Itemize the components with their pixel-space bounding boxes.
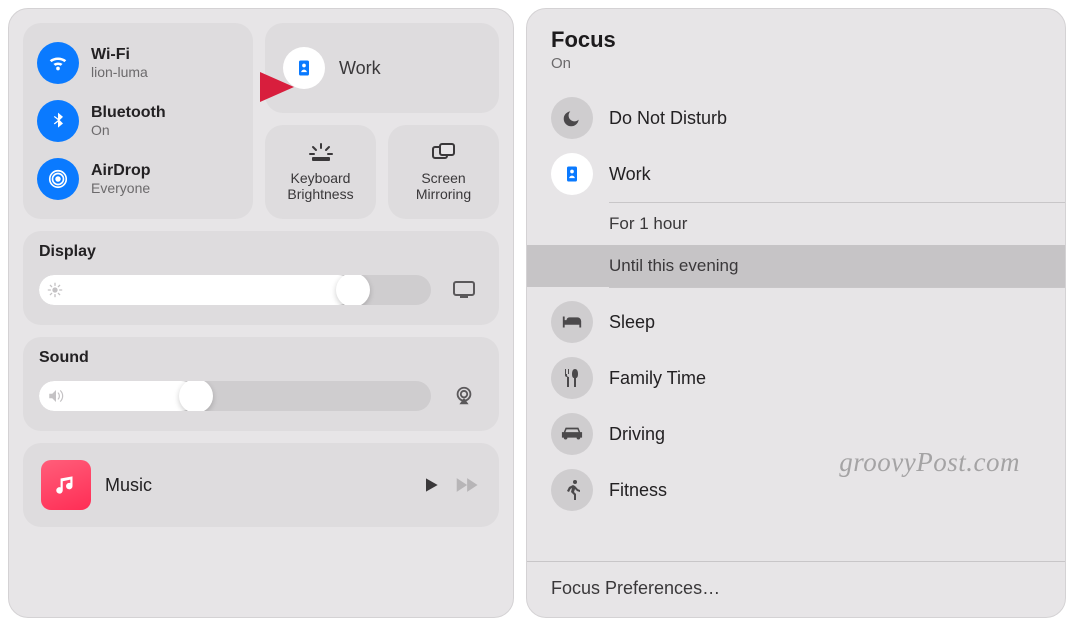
airdrop-toggle[interactable]: AirDrop Everyone [37, 151, 239, 207]
focus-mode-label: Fitness [609, 480, 667, 501]
focus-duration-option[interactable]: For 1 hour [609, 203, 1065, 245]
display-card: Display [23, 231, 499, 325]
bluetooth-icon [37, 100, 79, 142]
airplay-audio-icon[interactable] [445, 377, 483, 415]
screen-mirroring-icon [431, 142, 457, 164]
focus-mode-label: Driving [609, 424, 665, 445]
moon-icon [551, 97, 593, 139]
bluetooth-title: Bluetooth [91, 104, 166, 122]
focus-preferences-link[interactable]: Focus Preferences… [527, 561, 1065, 617]
focus-tile[interactable]: Work [265, 23, 499, 113]
airdrop-status: Everyone [91, 180, 151, 196]
wifi-toggle[interactable]: Wi-Fi lion-luma [37, 35, 239, 91]
display-title: Display [39, 243, 483, 261]
screen-mirroring-label: Screen Mirroring [392, 170, 495, 202]
focus-mode-family[interactable]: Family Time [527, 350, 1065, 406]
wifi-network: lion-luma [91, 64, 148, 80]
car-icon [551, 413, 593, 455]
sound-card: Sound [23, 337, 499, 431]
music-app-icon [41, 460, 91, 510]
focus-mode-label: Family Time [609, 368, 706, 389]
wifi-icon [37, 42, 79, 84]
focus-duration-option-selected[interactable]: Until this evening [527, 245, 1065, 287]
keyboard-brightness-label: Keyboard Brightness [269, 170, 372, 202]
display-external-icon[interactable] [445, 271, 483, 309]
display-slider[interactable] [39, 275, 431, 305]
running-icon [551, 469, 593, 511]
sound-slider[interactable] [39, 381, 431, 411]
volume-icon [47, 388, 65, 404]
focus-panel-title: Focus [551, 27, 1041, 53]
screen-mirroring-tile[interactable]: Screen Mirroring [388, 125, 499, 219]
music-title: Music [105, 475, 407, 496]
control-center-panel: Wi-Fi lion-luma Bluetooth On AirDrop [8, 8, 514, 618]
bed-icon [551, 301, 593, 343]
sound-title: Sound [39, 349, 483, 367]
focus-mode-dnd[interactable]: Do Not Disturb [527, 90, 1065, 146]
focus-mode-label: Work [339, 58, 381, 79]
keyboard-brightness-tile[interactable]: Keyboard Brightness [265, 125, 376, 219]
focus-preferences-label: Focus Preferences… [551, 578, 720, 598]
next-button[interactable] [455, 475, 481, 495]
utensils-icon [551, 357, 593, 399]
focus-mode-label: Sleep [609, 312, 655, 333]
focus-duration-list: For 1 hour Until this evening [609, 202, 1065, 288]
play-button[interactable] [421, 475, 441, 495]
focus-panel: Focus On Do Not Disturb Work For 1 hour … [526, 8, 1066, 618]
connectivity-card: Wi-Fi lion-luma Bluetooth On AirDrop [23, 23, 253, 219]
focus-mode-label: Work [609, 164, 651, 185]
bluetooth-toggle[interactable]: Bluetooth On [37, 93, 239, 149]
airdrop-icon [37, 158, 79, 200]
badge-icon [551, 153, 593, 195]
wifi-title: Wi-Fi [91, 46, 148, 64]
airdrop-title: AirDrop [91, 162, 151, 180]
focus-work-icon [283, 47, 325, 89]
watermark-text: groovyPost.com [839, 447, 1020, 478]
bluetooth-status: On [91, 122, 166, 138]
focus-panel-status: On [551, 55, 1041, 72]
sun-icon [47, 282, 63, 298]
focus-mode-work[interactable]: Work [527, 146, 1065, 202]
duration-label: For 1 hour [609, 214, 687, 234]
focus-mode-sleep[interactable]: Sleep [527, 294, 1065, 350]
music-card[interactable]: Music [23, 443, 499, 527]
focus-mode-label: Do Not Disturb [609, 108, 727, 129]
duration-label: Until this evening [609, 256, 738, 276]
keyboard-brightness-icon [308, 142, 334, 164]
